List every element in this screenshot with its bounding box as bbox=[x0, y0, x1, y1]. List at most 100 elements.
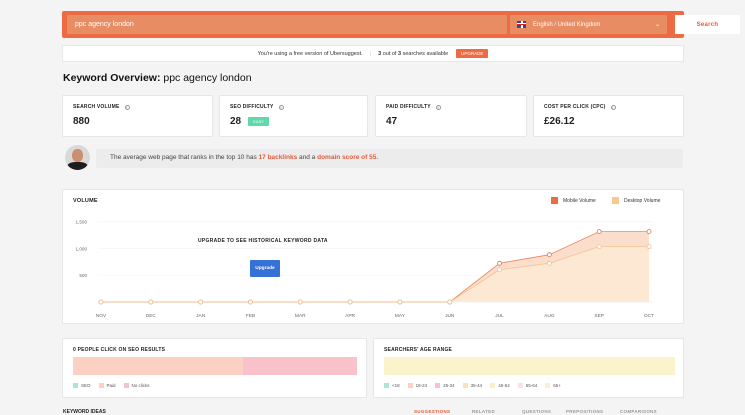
info-icon[interactable]: i bbox=[610, 104, 616, 110]
tab-prepositions[interactable]: PREPOSITIONS bbox=[566, 409, 603, 414]
seo-clicks-card: 0 PEOPLE CLICK ON SEO RESULTS SEO Paid No … bbox=[62, 338, 367, 398]
legend-swatch bbox=[384, 383, 389, 388]
age-range-card: SEARCHERS' AGE RANGE <18 18-24 25-34 35-44 4… bbox=[373, 338, 684, 398]
insight-domain-score: domain score of 55. bbox=[317, 154, 379, 161]
info-icon[interactable]: i bbox=[124, 104, 130, 110]
age-legend-item: 45-54 bbox=[490, 383, 510, 388]
data-point[interactable] bbox=[596, 244, 602, 250]
notice-suffix: searches available bbox=[402, 50, 449, 57]
tab-comparisons[interactable]: COMPARISONS bbox=[620, 409, 657, 414]
legend-desktop-swatch bbox=[612, 197, 619, 204]
x-tick-label: SEP bbox=[594, 313, 604, 319]
legend-mobile-label: Mobile Volume bbox=[563, 197, 596, 204]
legend-label: 65+ bbox=[553, 383, 561, 388]
age-legend: <18 18-24 25-34 35-44 45-54 55-64 65+ bbox=[384, 383, 569, 388]
data-point[interactable] bbox=[546, 260, 552, 266]
data-point[interactable] bbox=[596, 229, 602, 234]
legend-label: Paid bbox=[106, 383, 116, 388]
uk-flag-icon bbox=[517, 20, 526, 28]
age-range-title: SEARCHERS' AGE RANGE bbox=[384, 347, 453, 353]
data-point[interactable] bbox=[497, 260, 502, 266]
data-point[interactable] bbox=[198, 299, 204, 305]
legend-label: SEO bbox=[81, 383, 91, 388]
y-tick-label: 1,000 bbox=[76, 246, 88, 251]
paid-difficulty-value: 47 bbox=[386, 116, 398, 127]
keyword-search-input[interactable]: ppc agency london bbox=[67, 15, 507, 34]
page-title: Keyword Overview: ppc agency london bbox=[63, 72, 252, 84]
x-tick-label: JUL bbox=[495, 313, 504, 319]
chevron-down-icon: ⌄ bbox=[654, 22, 660, 28]
clicks-bar bbox=[73, 357, 357, 375]
language-select[interactable]: English / United Kingdom ⌄ bbox=[510, 15, 667, 34]
info-icon[interactable]: i bbox=[278, 104, 284, 110]
age-legend-item: <18 bbox=[384, 383, 400, 388]
legend-swatch bbox=[490, 383, 496, 388]
tab-related[interactable]: RELATED bbox=[472, 409, 495, 414]
data-point[interactable] bbox=[447, 299, 453, 305]
overview-label: Keyword Overview: bbox=[63, 72, 161, 84]
data-point[interactable] bbox=[297, 299, 303, 305]
x-tick-label: APR bbox=[345, 313, 355, 319]
insight-backlinks: 17 backlinks bbox=[258, 154, 298, 161]
data-point[interactable] bbox=[248, 299, 253, 305]
data-point[interactable] bbox=[646, 244, 652, 250]
legend-swatch bbox=[98, 383, 104, 388]
y-tick-label: 500 bbox=[79, 273, 87, 278]
upgrade-button[interactable]: Upgrade bbox=[250, 260, 280, 277]
legend-mobile-swatch bbox=[551, 197, 558, 204]
language-select-label: English / United Kingdom bbox=[517, 20, 600, 28]
legend-swatch bbox=[435, 383, 441, 388]
data-point[interactable] bbox=[546, 252, 552, 258]
paid-difficulty-card: PAID DIFFICULTY i 47 bbox=[375, 95, 527, 137]
legend-swatch bbox=[73, 383, 78, 388]
clicks-bar-segment bbox=[243, 357, 357, 375]
search-volume-card: SEARCH VOLUME i 880 bbox=[62, 95, 213, 137]
data-point[interactable] bbox=[148, 299, 154, 305]
data-point[interactable] bbox=[646, 229, 652, 234]
x-tick-label: DEC bbox=[146, 313, 157, 319]
age-legend-item: 65+ bbox=[545, 383, 561, 388]
insight-prefix: The average web page that ranks in the t… bbox=[110, 154, 257, 161]
x-tick-label: NOV bbox=[96, 313, 107, 319]
notice-text: You're using a free version of Ubersugge… bbox=[257, 50, 363, 57]
legend-desktop[interactable]: Desktop Volume bbox=[612, 197, 660, 204]
age-legend-item: 18-24 bbox=[407, 383, 428, 388]
keyword-ideas-title: KEYWORD IDEAS bbox=[63, 409, 106, 415]
avatar bbox=[65, 145, 90, 170]
search-button[interactable]: Search bbox=[675, 15, 740, 34]
legend-swatch bbox=[545, 383, 551, 388]
insight-middle: and a bbox=[299, 154, 316, 161]
difficulty-badge: EASY bbox=[248, 117, 269, 126]
clicks-legend-item: Paid bbox=[98, 383, 116, 388]
searches-used: 3 bbox=[378, 50, 382, 57]
seo-difficulty-value: 28 bbox=[230, 116, 242, 127]
legend-label: No clicks bbox=[131, 383, 150, 388]
search-volume-value: 880 bbox=[73, 116, 90, 127]
free-version-notice: You're using a free version of Ubersugge… bbox=[62, 45, 684, 62]
legend-swatch bbox=[462, 383, 468, 388]
overview-keyword: ppc agency london bbox=[163, 72, 252, 84]
tab-questions[interactable]: QUESTIONS bbox=[522, 409, 551, 414]
legend-mobile[interactable]: Mobile Volume bbox=[551, 197, 596, 204]
x-tick-label: JUN bbox=[445, 313, 455, 319]
notice-upgrade-button[interactable]: UPGRADE bbox=[456, 49, 489, 58]
info-icon[interactable]: i bbox=[435, 104, 441, 110]
tab-suggestions[interactable]: SUGGESTIONS bbox=[414, 409, 450, 414]
insight-banner: The average web page that ranks in the t… bbox=[96, 149, 683, 168]
x-tick-label: FEB bbox=[246, 313, 255, 319]
data-point[interactable] bbox=[497, 267, 502, 273]
clicks-legend-item: No clicks bbox=[123, 383, 150, 388]
data-point[interactable] bbox=[347, 299, 353, 305]
notice-divider: | bbox=[369, 50, 372, 57]
searches-total: 3 bbox=[398, 50, 402, 57]
age-legend-item: 55-64 bbox=[517, 383, 537, 388]
y-tick-label: 1,500 bbox=[76, 219, 88, 224]
legend-label: 35-44 bbox=[470, 383, 483, 388]
seo-difficulty-label: SEO DIFFICULTY bbox=[230, 104, 274, 110]
data-point[interactable] bbox=[98, 299, 104, 305]
data-point[interactable] bbox=[397, 299, 403, 305]
legend-label: 18-24 bbox=[415, 383, 428, 388]
age-legend-item: 25-34 bbox=[435, 383, 455, 388]
volume-chart-title: VOLUME bbox=[73, 198, 98, 204]
legend-swatch bbox=[407, 383, 413, 388]
